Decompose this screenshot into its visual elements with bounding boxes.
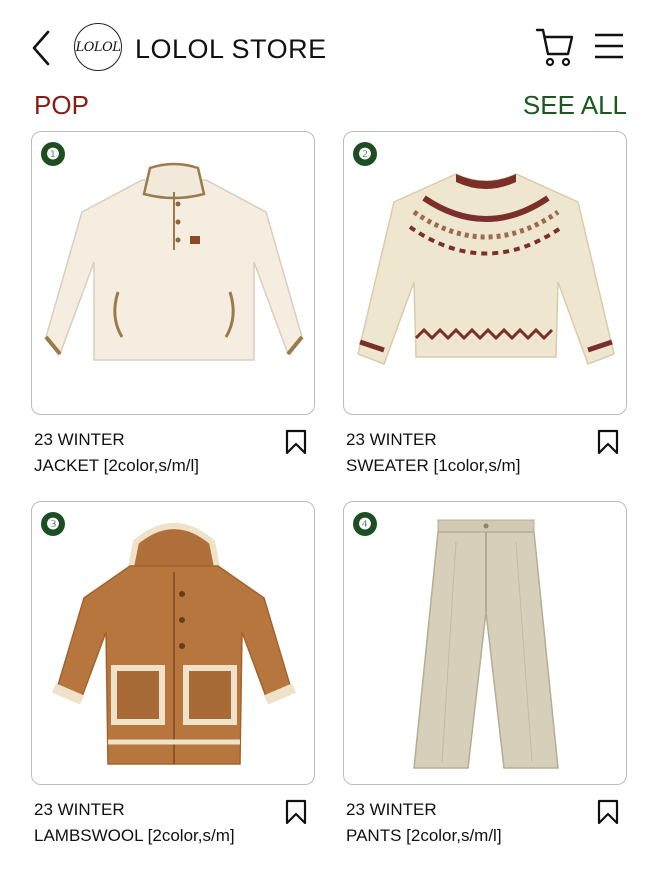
store-title: LOLOL STORE <box>135 34 327 64</box>
product-season: 23 WINTER <box>34 800 125 819</box>
hamburger-menu-icon <box>595 33 623 59</box>
product-name[interactable]: LAMBSWOOL [2color,s/m] <box>34 825 235 847</box>
bookmark-icon[interactable] <box>597 799 619 825</box>
bookmark-icon[interactable] <box>597 429 619 455</box>
product-season: 23 WINTER <box>346 800 437 819</box>
product-meta: 23 WINTER LAMBSWOOL [2color,s/m] <box>31 799 315 855</box>
product-card[interactable]: ❶ 23 WINTER JACKET [2color,s/m/l] <box>31 131 315 485</box>
product-image[interactable]: ❸ <box>31 501 315 785</box>
menu-button[interactable] <box>592 28 626 64</box>
product-name[interactable]: SWEATER [1color,s/m] <box>346 455 520 477</box>
back-button[interactable] <box>26 26 60 70</box>
rank-badge: ❶ <box>41 142 65 166</box>
product-name[interactable]: JACKET [2color,s/m/l] <box>34 455 199 477</box>
product-meta: 23 WINTER SWEATER [1color,s/m] <box>343 429 627 485</box>
product-season: 23 WINTER <box>346 430 437 449</box>
product-card[interactable]: ❷ 23 WINTER SWEATER [1color,s/m] <box>343 131 627 485</box>
app-header: LOLOL LOLOL STORE <box>0 0 658 92</box>
product-name[interactable]: PANTS [2color,s/m/l] <box>346 825 502 847</box>
product-meta: 23 WINTER PANTS [2color,s/m/l] <box>343 799 627 855</box>
fair-isle-sweater-image <box>357 173 615 365</box>
bookmark-icon[interactable] <box>285 799 307 825</box>
cream-fleece-jacket-image <box>44 162 304 361</box>
store-logo: LOLOL <box>74 23 122 71</box>
rank-badge: ❹ <box>353 512 377 536</box>
product-image[interactable]: ❶ <box>31 131 315 415</box>
cart-button[interactable] <box>534 24 576 68</box>
beige-corduroy-pants-image <box>413 519 559 769</box>
section-title: POP <box>34 90 89 120</box>
cart-icon <box>535 28 574 67</box>
product-card[interactable]: ❸ 23 WINTER LAMBSWOOL [2color,s/m] <box>31 501 315 855</box>
rank-badge: ❷ <box>353 142 377 166</box>
logo-text: LOLOL <box>75 39 121 55</box>
product-image[interactable]: ❹ <box>343 501 627 785</box>
rank-badge: ❸ <box>41 512 65 536</box>
section-header: POP SEE ALL <box>0 88 658 122</box>
chevron-left-icon <box>32 30 50 66</box>
product-image[interactable]: ❷ <box>343 131 627 415</box>
product-season: 23 WINTER <box>34 430 125 449</box>
product-meta: 23 WINTER JACKET [2color,s/m/l] <box>31 429 315 485</box>
brown-shearling-coat-image <box>52 523 296 765</box>
product-card[interactable]: ❹ 23 WINTER PANTS [2color,s/m/l] <box>343 501 627 855</box>
bookmark-icon[interactable] <box>285 429 307 455</box>
see-all-link[interactable]: SEE ALL <box>523 90 627 120</box>
